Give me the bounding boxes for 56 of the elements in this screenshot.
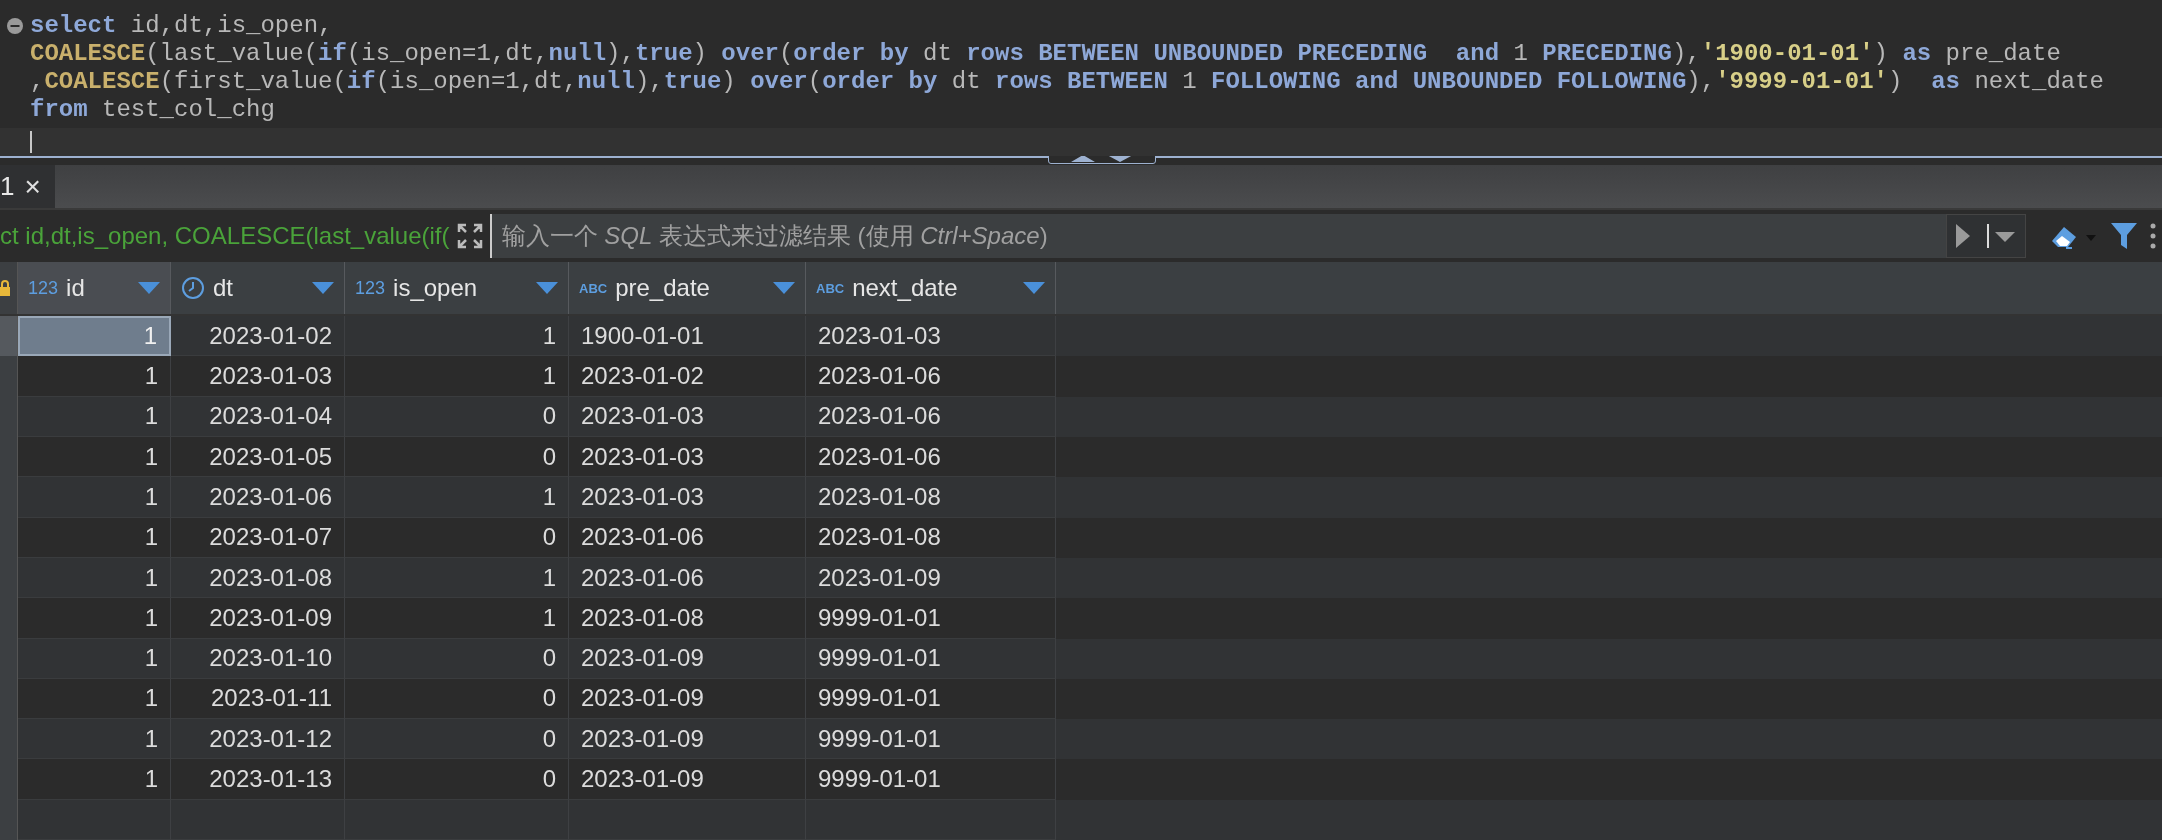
column-header[interactable]: 123 id xyxy=(18,262,171,315)
table-cell: 1 xyxy=(345,356,569,397)
table-cell: 2023-01-02 xyxy=(569,356,806,397)
table-cell: 2023-01-13 xyxy=(171,759,345,800)
table-cell: 0 xyxy=(345,638,569,679)
table-cell: 2023-01-08 xyxy=(806,477,1056,518)
table-cell: 9999-01-01 xyxy=(806,759,1056,800)
row-header[interactable] xyxy=(0,316,18,357)
dropdown-icon[interactable] xyxy=(773,282,795,295)
table-cell: 0 xyxy=(345,759,569,800)
text-cursor xyxy=(30,131,32,153)
row-header[interactable] xyxy=(0,799,18,840)
table-cell: 1 xyxy=(18,598,171,639)
filter-field[interactable]: 输入一个 SQL 表达式来过滤结果 (使用 Ctrl+Space) xyxy=(489,214,1946,259)
table-cell: 2023-01-06 xyxy=(569,517,806,558)
number-type-label: 123 xyxy=(28,277,59,299)
table-cell: 2023-01-08 xyxy=(569,598,806,639)
table-cell: 1 xyxy=(18,316,171,357)
table-cell: 2023-01-03 xyxy=(171,356,345,397)
table-cell: 2023-01-10 xyxy=(171,638,345,679)
table-cell: 2023-01-06 xyxy=(171,477,345,518)
table-cell: 1 xyxy=(18,759,171,800)
expand-icon xyxy=(456,223,483,250)
row-header[interactable] xyxy=(0,356,18,397)
table-cell: 2023-01-08 xyxy=(806,517,1056,558)
collapse-icon[interactable] xyxy=(7,18,23,34)
close-icon[interactable]: × xyxy=(24,170,41,203)
code-line: COALESCE(last_value(if(is_open=1,dt,null),true) over(order by dt rows BETWEEN UNBOUNDED PRECEDING and 1 PRECEDING),'1900-01-01') as pre_date xyxy=(30,40,2061,68)
table-cell: 1 xyxy=(18,517,171,558)
table-cell: 0 xyxy=(345,517,569,558)
table-cell: 2023-01-06 xyxy=(806,356,1056,397)
code-line: select id,dt,is_open, xyxy=(30,12,333,40)
table-cell: 9999-01-01 xyxy=(806,638,1056,679)
table-cell: 9999-01-01 xyxy=(806,598,1056,639)
table-cell: 2023-01-09 xyxy=(569,759,806,800)
code-line: ,COALESCE(first_value(if(is_open=1,dt,null),true) over(order by dt rows BETWEEN 1 FOLLOWING and UNBOUNDED FOLLOWING),'9999-01-01') as next_date xyxy=(30,68,2105,96)
result-tab[interactable]: 1 × xyxy=(0,164,55,209)
lock-icon xyxy=(0,280,10,297)
text-type-label: ABC xyxy=(816,280,845,296)
dropdown-icon[interactable] xyxy=(536,282,558,295)
table-cell: 2023-01-09 xyxy=(171,598,345,639)
table-cell: 2023-01-09 xyxy=(569,638,806,679)
table-cell: 2023-01-03 xyxy=(569,477,806,518)
text-type-label: ABC xyxy=(579,280,608,296)
table-cell: 1 xyxy=(18,477,171,518)
table-cell: 1 xyxy=(18,356,171,397)
number-type-label: 123 xyxy=(355,277,386,299)
clock-icon xyxy=(181,276,205,301)
table-cell: 1 xyxy=(18,638,171,679)
code-line: from test_col_chg xyxy=(30,96,275,124)
table-cell: 2023-01-07 xyxy=(171,517,345,558)
dropdown-icon[interactable] xyxy=(1023,282,1045,295)
dropdown-icon[interactable] xyxy=(312,282,334,295)
table-cell: 1 xyxy=(345,477,569,518)
table-cell: 1 xyxy=(345,598,569,639)
dropdown-icon[interactable] xyxy=(138,282,160,295)
